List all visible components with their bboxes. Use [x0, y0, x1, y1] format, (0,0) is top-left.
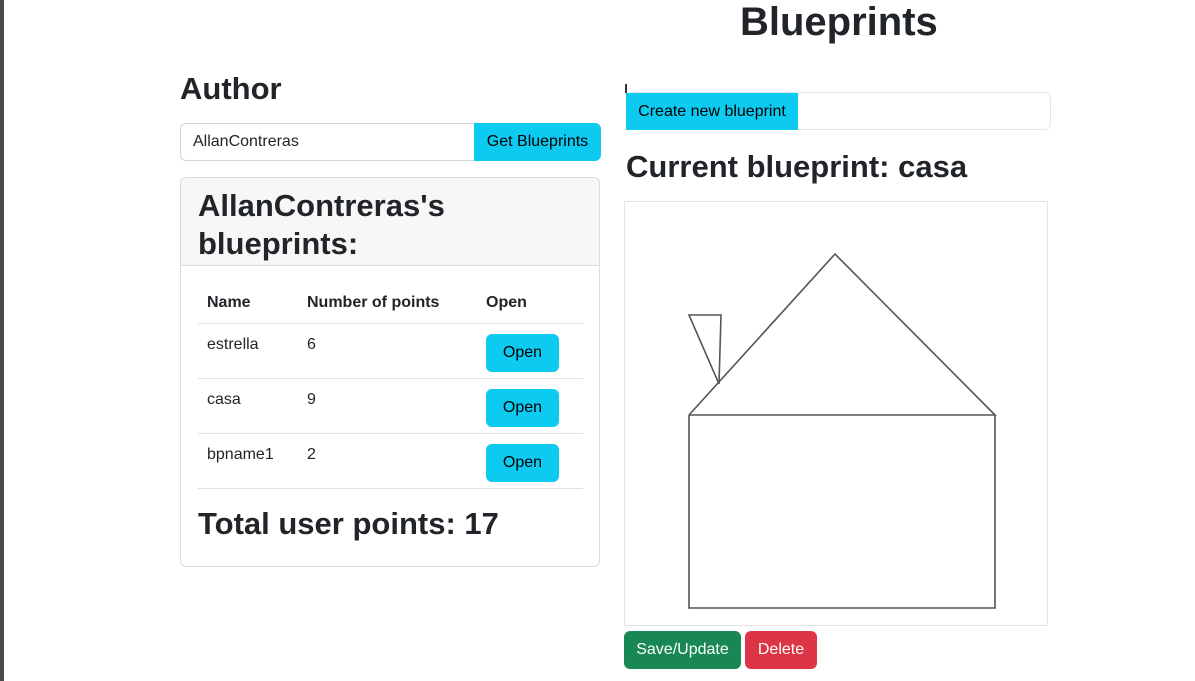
blueprint-name: casa	[198, 378, 298, 434]
open-button[interactable]: Open	[486, 388, 559, 427]
blueprints-card: AllanContreras's blueprints: Name Number…	[180, 177, 600, 567]
table-row: casa 9 Open	[198, 378, 583, 434]
column-header-points: Number of points	[298, 283, 477, 324]
delete-button[interactable]: Delete	[745, 631, 817, 669]
table-row: estrella 6 Open	[198, 323, 583, 379]
table-header-row: Name Number of points Open	[198, 283, 583, 324]
author-search-group: Get Blueprints	[180, 123, 601, 161]
blueprint-name: bpname1	[198, 433, 298, 489]
blueprints-table: Name Number of points Open estrella 6 Op…	[198, 283, 583, 489]
blueprint-points: 9	[298, 378, 477, 434]
create-new-blueprint-button[interactable]: Create new blueprint	[626, 93, 798, 130]
get-blueprints-button[interactable]: Get Blueprints	[474, 123, 601, 161]
save-update-button[interactable]: Save/Update	[624, 631, 741, 669]
column-header-name: Name	[198, 283, 298, 324]
author-heading: Author	[180, 71, 282, 106]
open-button[interactable]: Open	[486, 333, 559, 372]
page-title: Blueprints	[740, 0, 938, 44]
total-user-points: Total user points: 17	[198, 506, 499, 541]
table-row: bpname1 2 Open	[198, 433, 583, 489]
house-chimney-line	[687, 314, 722, 385]
author-input[interactable]	[180, 123, 474, 161]
card-header: AllanContreras's blueprints:	[181, 178, 599, 266]
card-title: AllanContreras's blueprints:	[198, 188, 445, 261]
blueprint-drawing	[687, 252, 997, 609]
window-left-edge	[0, 0, 4, 681]
blueprint-name: estrella	[198, 323, 298, 379]
blueprint-canvas[interactable]	[624, 201, 1048, 626]
house-roof-line	[688, 252, 997, 416]
house-wall-line	[688, 415, 996, 609]
open-button[interactable]: Open	[486, 443, 559, 482]
column-header-open: Open	[477, 283, 583, 324]
blueprint-points: 2	[298, 433, 477, 489]
current-blueprint-title: Current blueprint: casa	[626, 149, 968, 184]
blueprint-points: 6	[298, 323, 477, 379]
cursor-mark	[625, 84, 627, 93]
